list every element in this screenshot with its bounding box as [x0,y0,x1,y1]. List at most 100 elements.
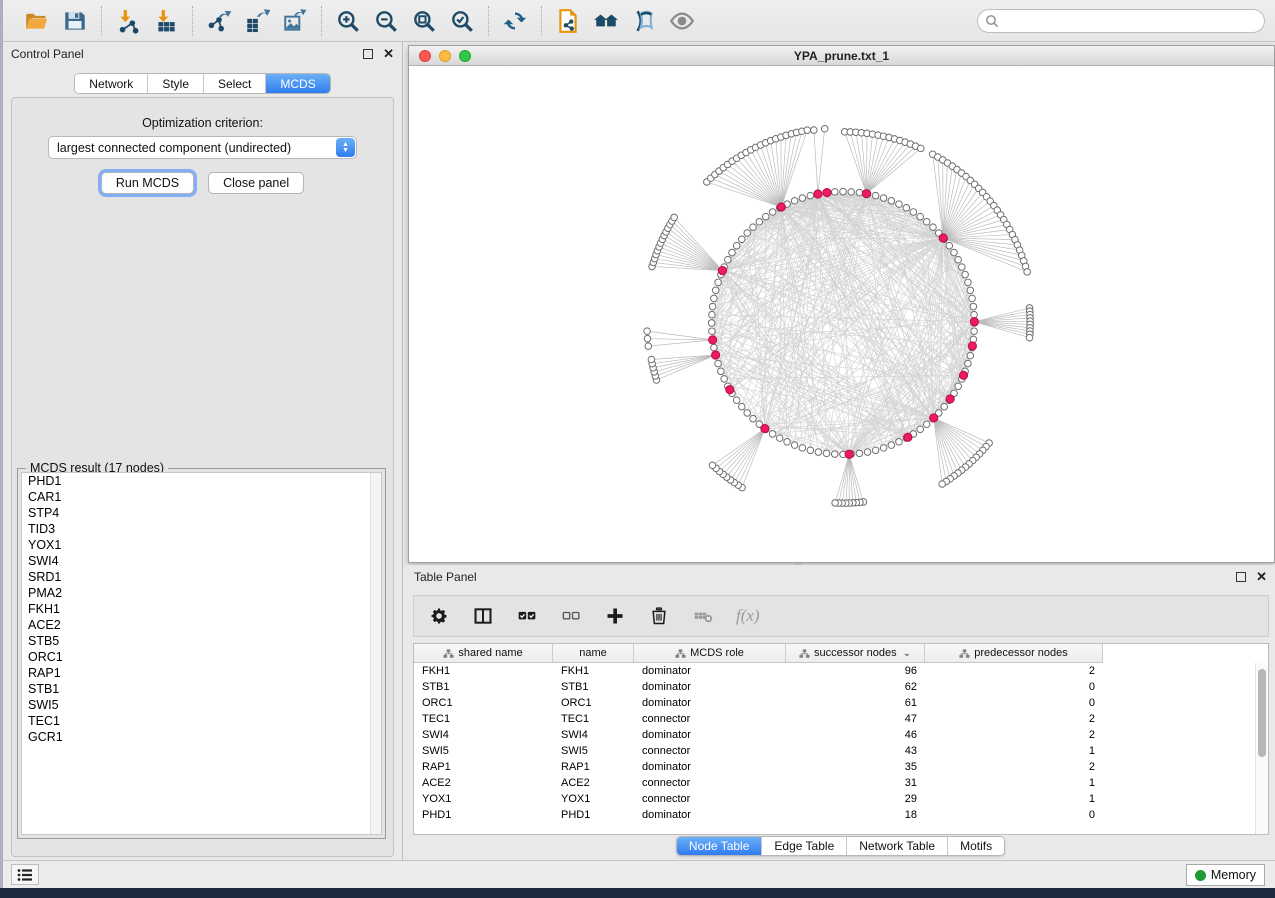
table-row[interactable]: RAP1RAP1dominator352 [414,759,1255,775]
cell-MCDS-role[interactable]: connector [634,713,786,725]
network-window-titlebar[interactable]: YPA_prune.txt_1 [409,46,1274,66]
cell-predecessor-nodes[interactable]: 0 [925,809,1103,821]
cell-shared-name[interactable]: FKH1 [414,665,553,677]
table-row[interactable]: YOX1YOX1connector291 [414,791,1255,807]
tab-style[interactable]: Style [148,74,204,93]
columns-icon[interactable] [472,605,494,627]
table-row[interactable]: ORC1ORC1dominator610 [414,695,1255,711]
mcds-list-scrollbar[interactable] [370,473,381,834]
cell-predecessor-nodes[interactable]: 0 [925,681,1103,693]
task-history-button[interactable] [11,864,39,885]
cell-predecessor-nodes[interactable]: 1 [925,777,1103,789]
show-eye-icon[interactable] [666,5,698,37]
mcds-result-item[interactable]: STP4 [22,505,381,521]
memory-button[interactable]: Memory [1186,864,1265,886]
column-header-predecessor-nodes[interactable]: predecessor nodes [925,644,1103,662]
trash-icon[interactable] [648,605,670,627]
zoom-selected-icon[interactable] [446,5,478,37]
table-row[interactable]: SWI4SWI4dominator462 [414,727,1255,743]
table-scrollbar[interactable] [1255,663,1268,834]
cell-name[interactable]: YOX1 [553,793,634,805]
cell-successor-nodes[interactable]: 62 [786,681,925,693]
export-image-icon[interactable] [279,5,311,37]
cell-predecessor-nodes[interactable]: 1 [925,745,1103,757]
cell-shared-name[interactable]: RAP1 [414,761,553,773]
mcds-result-item[interactable]: YOX1 [22,537,381,553]
cell-predecessor-nodes[interactable]: 1 [925,793,1103,805]
cell-name[interactable]: PHD1 [553,809,634,821]
mcds-result-item[interactable]: SRD1 [22,569,381,585]
mcds-result-item[interactable]: ORC1 [22,649,381,665]
cell-MCDS-role[interactable]: connector [634,745,786,757]
cell-name[interactable]: TEC1 [553,713,634,725]
mcds-result-item[interactable]: TID3 [22,521,381,537]
column-header-successor-nodes[interactable]: successor nodes⌄ [786,644,925,662]
mcds-result-item[interactable]: STB1 [22,681,381,697]
cell-name[interactable]: SWI5 [553,745,634,757]
add-icon[interactable] [604,605,626,627]
cell-MCDS-role[interactable]: dominator [634,697,786,709]
cell-MCDS-role[interactable]: connector [634,777,786,789]
mcds-result-item[interactable]: PMA2 [22,585,381,601]
import-network-icon[interactable] [112,5,144,37]
network-canvas[interactable] [409,66,1274,562]
tab-motifs[interactable]: Motifs [948,837,1004,855]
gear-icon[interactable] [428,605,450,627]
cell-predecessor-nodes[interactable]: 2 [925,761,1103,773]
select-all-icon[interactable] [516,605,538,627]
cell-name[interactable]: ORC1 [553,697,634,709]
cell-successor-nodes[interactable]: 31 [786,777,925,789]
network-graph[interactable] [409,66,1274,562]
mcds-result-item[interactable]: SWI5 [22,697,381,713]
cell-shared-name[interactable]: STB1 [414,681,553,693]
deselect-all-icon[interactable] [560,605,582,627]
tab-network[interactable]: Network [75,74,148,93]
cell-successor-nodes[interactable]: 46 [786,729,925,741]
mcds-result-list[interactable]: PHD1CAR1STP4TID3YOX1SWI4SRD1PMA2FKH1ACE2… [21,472,382,835]
cell-MCDS-role[interactable]: dominator [634,681,786,693]
table-row[interactable]: ACE2ACE2connector311 [414,775,1255,791]
tab-mcds[interactable]: MCDS [266,74,329,93]
column-header-MCDS-role[interactable]: MCDS role [634,644,786,662]
export-table-icon[interactable] [241,5,273,37]
tab-select[interactable]: Select [204,74,266,93]
cell-shared-name[interactable]: SWI5 [414,745,553,757]
new-network-from-file-icon[interactable] [552,5,584,37]
cell-MCDS-role[interactable]: dominator [634,809,786,821]
column-header-shared-name[interactable]: shared name [414,644,553,662]
cell-MCDS-role[interactable]: dominator [634,729,786,741]
cell-name[interactable]: SWI4 [553,729,634,741]
cell-MCDS-role[interactable]: dominator [634,665,786,677]
search-input[interactable] [977,9,1265,33]
mcds-result-item[interactable]: ACE2 [22,617,381,633]
cell-shared-name[interactable]: ACE2 [414,777,553,789]
tab-node-table[interactable]: Node Table [677,837,763,855]
cell-successor-nodes[interactable]: 47 [786,713,925,725]
cell-predecessor-nodes[interactable]: 2 [925,729,1103,741]
zoom-in-icon[interactable] [332,5,364,37]
mcds-result-item[interactable]: TEC1 [22,713,381,729]
first-neighbors-icon[interactable] [590,5,622,37]
zoom-out-icon[interactable] [370,5,402,37]
open-folder-icon[interactable] [21,5,53,37]
cell-successor-nodes[interactable]: 96 [786,665,925,677]
tab-network-table[interactable]: Network Table [847,837,948,855]
cell-successor-nodes[interactable]: 29 [786,793,925,805]
float-panel-icon[interactable] [363,49,373,59]
table-row[interactable]: TEC1TEC1connector472 [414,711,1255,727]
cell-shared-name[interactable]: YOX1 [414,793,553,805]
hide-flag-icon[interactable] [628,5,660,37]
cell-shared-name[interactable]: TEC1 [414,713,553,725]
column-header-name[interactable]: name [553,644,634,662]
cell-name[interactable]: FKH1 [553,665,634,677]
close-panel-button[interactable]: Close panel [208,172,304,194]
tab-edge-table[interactable]: Edge Table [762,837,847,855]
mcds-result-item[interactable]: SWI4 [22,553,381,569]
mcds-result-item[interactable]: PHD1 [22,473,381,489]
save-floppy-icon[interactable] [59,5,91,37]
table-row[interactable]: SWI5SWI5connector431 [414,743,1255,759]
cell-name[interactable]: STB1 [553,681,634,693]
cell-name[interactable]: RAP1 [553,761,634,773]
cell-shared-name[interactable]: SWI4 [414,729,553,741]
cell-successor-nodes[interactable]: 61 [786,697,925,709]
